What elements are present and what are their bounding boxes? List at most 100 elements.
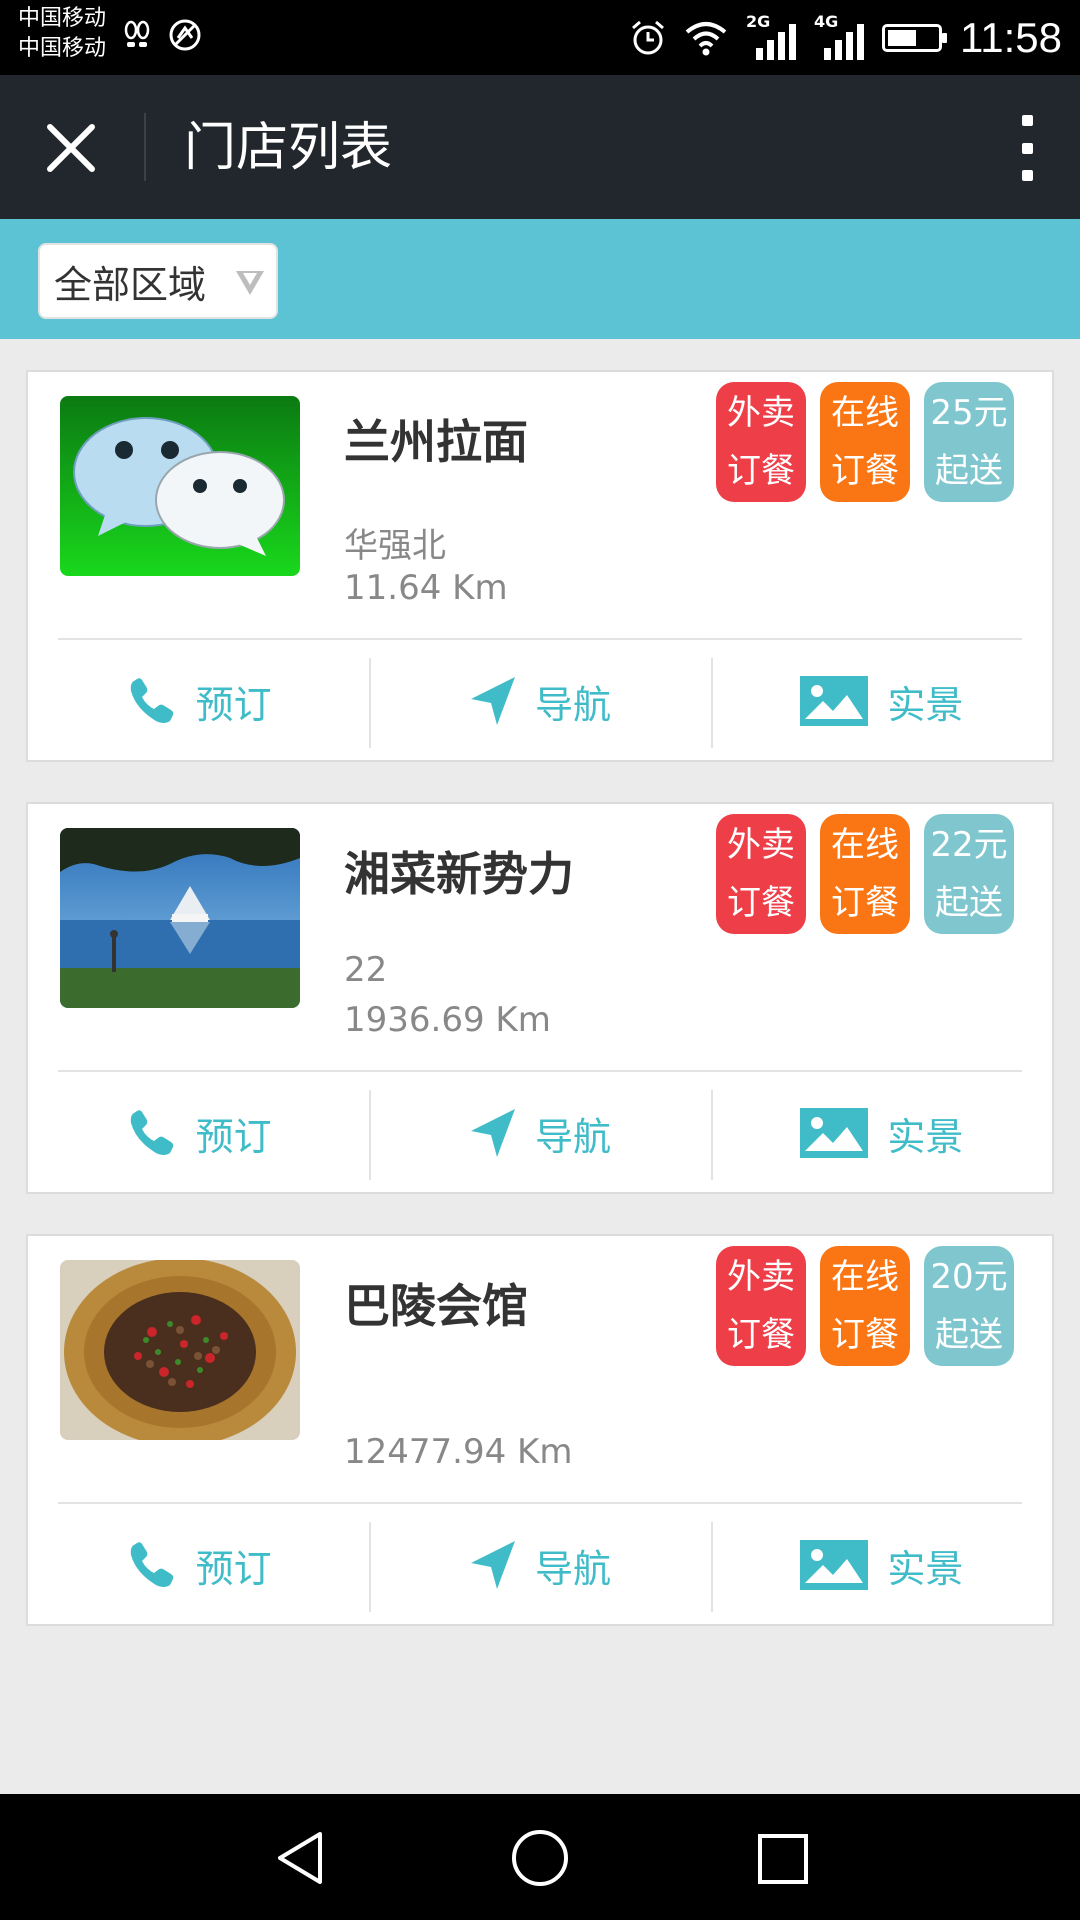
tag-min-delivery: 25元 起送 bbox=[924, 382, 1014, 502]
navigation-arrow-icon bbox=[470, 677, 515, 725]
tag-takeout-line1: 外卖 bbox=[727, 1257, 795, 1297]
tag-online-order: 在线 订餐 bbox=[820, 382, 910, 502]
tag-min-delivery: 22元起送 bbox=[924, 814, 1014, 934]
store-actions: 预订 导航 实景 bbox=[28, 642, 1052, 760]
store-name: 巴陵会馆 bbox=[344, 1279, 528, 1333]
wechat-logo-image bbox=[60, 396, 300, 576]
store-name: 湘菜新势力 bbox=[344, 847, 574, 901]
store-actions: 预订 导航 实景 bbox=[28, 1506, 1052, 1624]
store-address: 华强北 bbox=[344, 526, 446, 566]
filter-bar: 全部区域 bbox=[0, 219, 1080, 339]
tag-takeout-line2: 订餐 bbox=[727, 1315, 795, 1355]
tag-takeout-line2: 订餐 bbox=[727, 451, 795, 491]
store-image bbox=[60, 828, 300, 1008]
store-image bbox=[60, 396, 300, 576]
reserve-button[interactable]: 预订 bbox=[28, 1506, 369, 1624]
battery-icon bbox=[882, 24, 947, 52]
store-distance: 11.64 Km bbox=[344, 568, 508, 608]
tag-online-line2: 订餐 bbox=[831, 451, 899, 491]
app-bar: 门店列表 bbox=[0, 75, 1080, 219]
image-icon bbox=[800, 1540, 869, 1590]
store-name: 兰州拉面 bbox=[344, 415, 528, 469]
lake-pavilion-photo bbox=[60, 828, 300, 1008]
region-dropdown[interactable]: 全部区域 bbox=[38, 243, 278, 319]
wifi-icon bbox=[685, 22, 727, 56]
tag-min-line2: 起送 bbox=[935, 883, 1003, 923]
alarm-icon bbox=[632, 20, 664, 55]
navigate-button[interactable]: 导航 bbox=[369, 1506, 710, 1624]
system-nav-bar bbox=[0, 1794, 1080, 1920]
tag-takeout-line2: 订餐 bbox=[727, 883, 795, 923]
store-image bbox=[60, 1260, 300, 1440]
close-icon bbox=[47, 124, 95, 172]
status-bar: 中国移动 中国移动 2G 4G 11:58 bbox=[0, 0, 1080, 75]
store-distance: 12477.94 Km bbox=[344, 1432, 573, 1472]
navigate-label: 导航 bbox=[534, 1546, 611, 1591]
tag-takeout: 外卖 订餐 bbox=[716, 1246, 806, 1366]
reserve-label: 预订 bbox=[195, 1114, 272, 1159]
tag-takeout: 外卖 订餐 bbox=[716, 382, 806, 502]
footprint-icon bbox=[124, 20, 150, 47]
region-dropdown-label: 全部区域 bbox=[54, 262, 207, 307]
tag-online-line2: 订餐 bbox=[831, 1315, 899, 1355]
street-view-button[interactable]: 实景 bbox=[710, 642, 1052, 760]
store-address: 22 bbox=[344, 950, 388, 990]
carrier-2: 中国移动 bbox=[18, 36, 107, 61]
tag-online-order: 在线 订餐 bbox=[820, 1246, 910, 1366]
navigate-label: 导航 bbox=[534, 1114, 611, 1159]
store-card[interactable]: 湘菜新势力 22 1936.69 Km 外卖订餐 在线 订餐 22元起送 预订 导… bbox=[26, 802, 1054, 1194]
back-icon[interactable] bbox=[270, 1828, 330, 1888]
navigate-button[interactable]: 导航 bbox=[369, 1074, 710, 1192]
tag-min-line1: 22元 bbox=[930, 825, 1008, 865]
tag-online-order: 在线 订餐 bbox=[820, 814, 910, 934]
carrier-info: 中国移动 中国移动 bbox=[18, 4, 106, 64]
page-title: 门店列表 bbox=[184, 118, 393, 178]
stir-fry-dish-photo bbox=[60, 1260, 300, 1440]
street-view-button[interactable]: 实景 bbox=[710, 1074, 1052, 1192]
tag-takeout-line1: 外卖 bbox=[727, 825, 795, 865]
tag-online-line1: 在线 bbox=[831, 825, 899, 865]
phone-icon bbox=[130, 678, 173, 723]
card-divider bbox=[58, 638, 1022, 640]
street-view-button[interactable]: 实景 bbox=[710, 1506, 1052, 1624]
tag-takeout-line1: 外卖 bbox=[727, 393, 795, 433]
street-view-label: 实景 bbox=[887, 1546, 964, 1591]
reserve-button[interactable]: 预订 bbox=[28, 642, 369, 760]
clock: 11:58 bbox=[960, 14, 1062, 61]
close-button[interactable] bbox=[38, 115, 104, 181]
chevron-down-icon bbox=[236, 271, 264, 295]
signal-icon bbox=[756, 24, 796, 60]
signal-2g: 2G bbox=[746, 12, 796, 60]
reserve-button[interactable]: 预订 bbox=[28, 1074, 369, 1192]
phone-icon bbox=[130, 1110, 173, 1155]
tag-min-line2: 起送 bbox=[935, 1315, 1003, 1355]
store-tags: 外卖 订餐 在线 订餐 20元 起送 bbox=[716, 1246, 1014, 1366]
tag-min-line1: 25元 bbox=[930, 393, 1008, 433]
store-card[interactable]: 兰州拉面 华强北 11.64 Km 外卖 订餐 在线 订餐 25元 起送 预订 导航 bbox=[26, 370, 1054, 762]
store-tags: 外卖订餐 在线 订餐 22元起送 bbox=[716, 814, 1014, 934]
store-distance: 1936.69 Km bbox=[344, 1000, 551, 1040]
tag-min-delivery: 20元 起送 bbox=[924, 1246, 1014, 1366]
carrier-1: 中国移动 bbox=[18, 6, 107, 31]
image-icon bbox=[800, 1108, 869, 1158]
store-actions: 预订 导航 实景 bbox=[28, 1074, 1052, 1192]
navigation-arrow-icon bbox=[470, 1541, 515, 1589]
reserve-label: 预订 bbox=[195, 682, 272, 727]
sync-icon bbox=[169, 19, 201, 51]
navigate-button[interactable]: 导航 bbox=[369, 642, 710, 760]
header-divider bbox=[144, 113, 146, 181]
card-divider bbox=[58, 1070, 1022, 1072]
more-dot bbox=[1021, 142, 1033, 154]
phone-icon bbox=[130, 1542, 173, 1587]
street-view-label: 实景 bbox=[887, 682, 964, 727]
tag-online-line1: 在线 bbox=[831, 393, 899, 433]
store-list: 兰州拉面 华强北 11.64 Km 外卖 订餐 在线 订餐 25元 起送 预订 导航 bbox=[26, 370, 1054, 1666]
navigation-arrow-icon bbox=[470, 1109, 515, 1157]
more-options-button[interactable] bbox=[1002, 115, 1052, 181]
more-vertical-icon bbox=[1021, 115, 1033, 126]
store-tags: 外卖 订餐 在线 订餐 25元 起送 bbox=[716, 382, 1014, 502]
reserve-label: 预订 bbox=[195, 1546, 272, 1591]
store-card[interactable]: 巴陵会馆 12477.94 Km 外卖 订餐 在线 订餐 20元 起送 预订 导航 bbox=[26, 1234, 1054, 1626]
home-icon[interactable] bbox=[510, 1828, 570, 1888]
recents-icon[interactable] bbox=[756, 1832, 810, 1886]
